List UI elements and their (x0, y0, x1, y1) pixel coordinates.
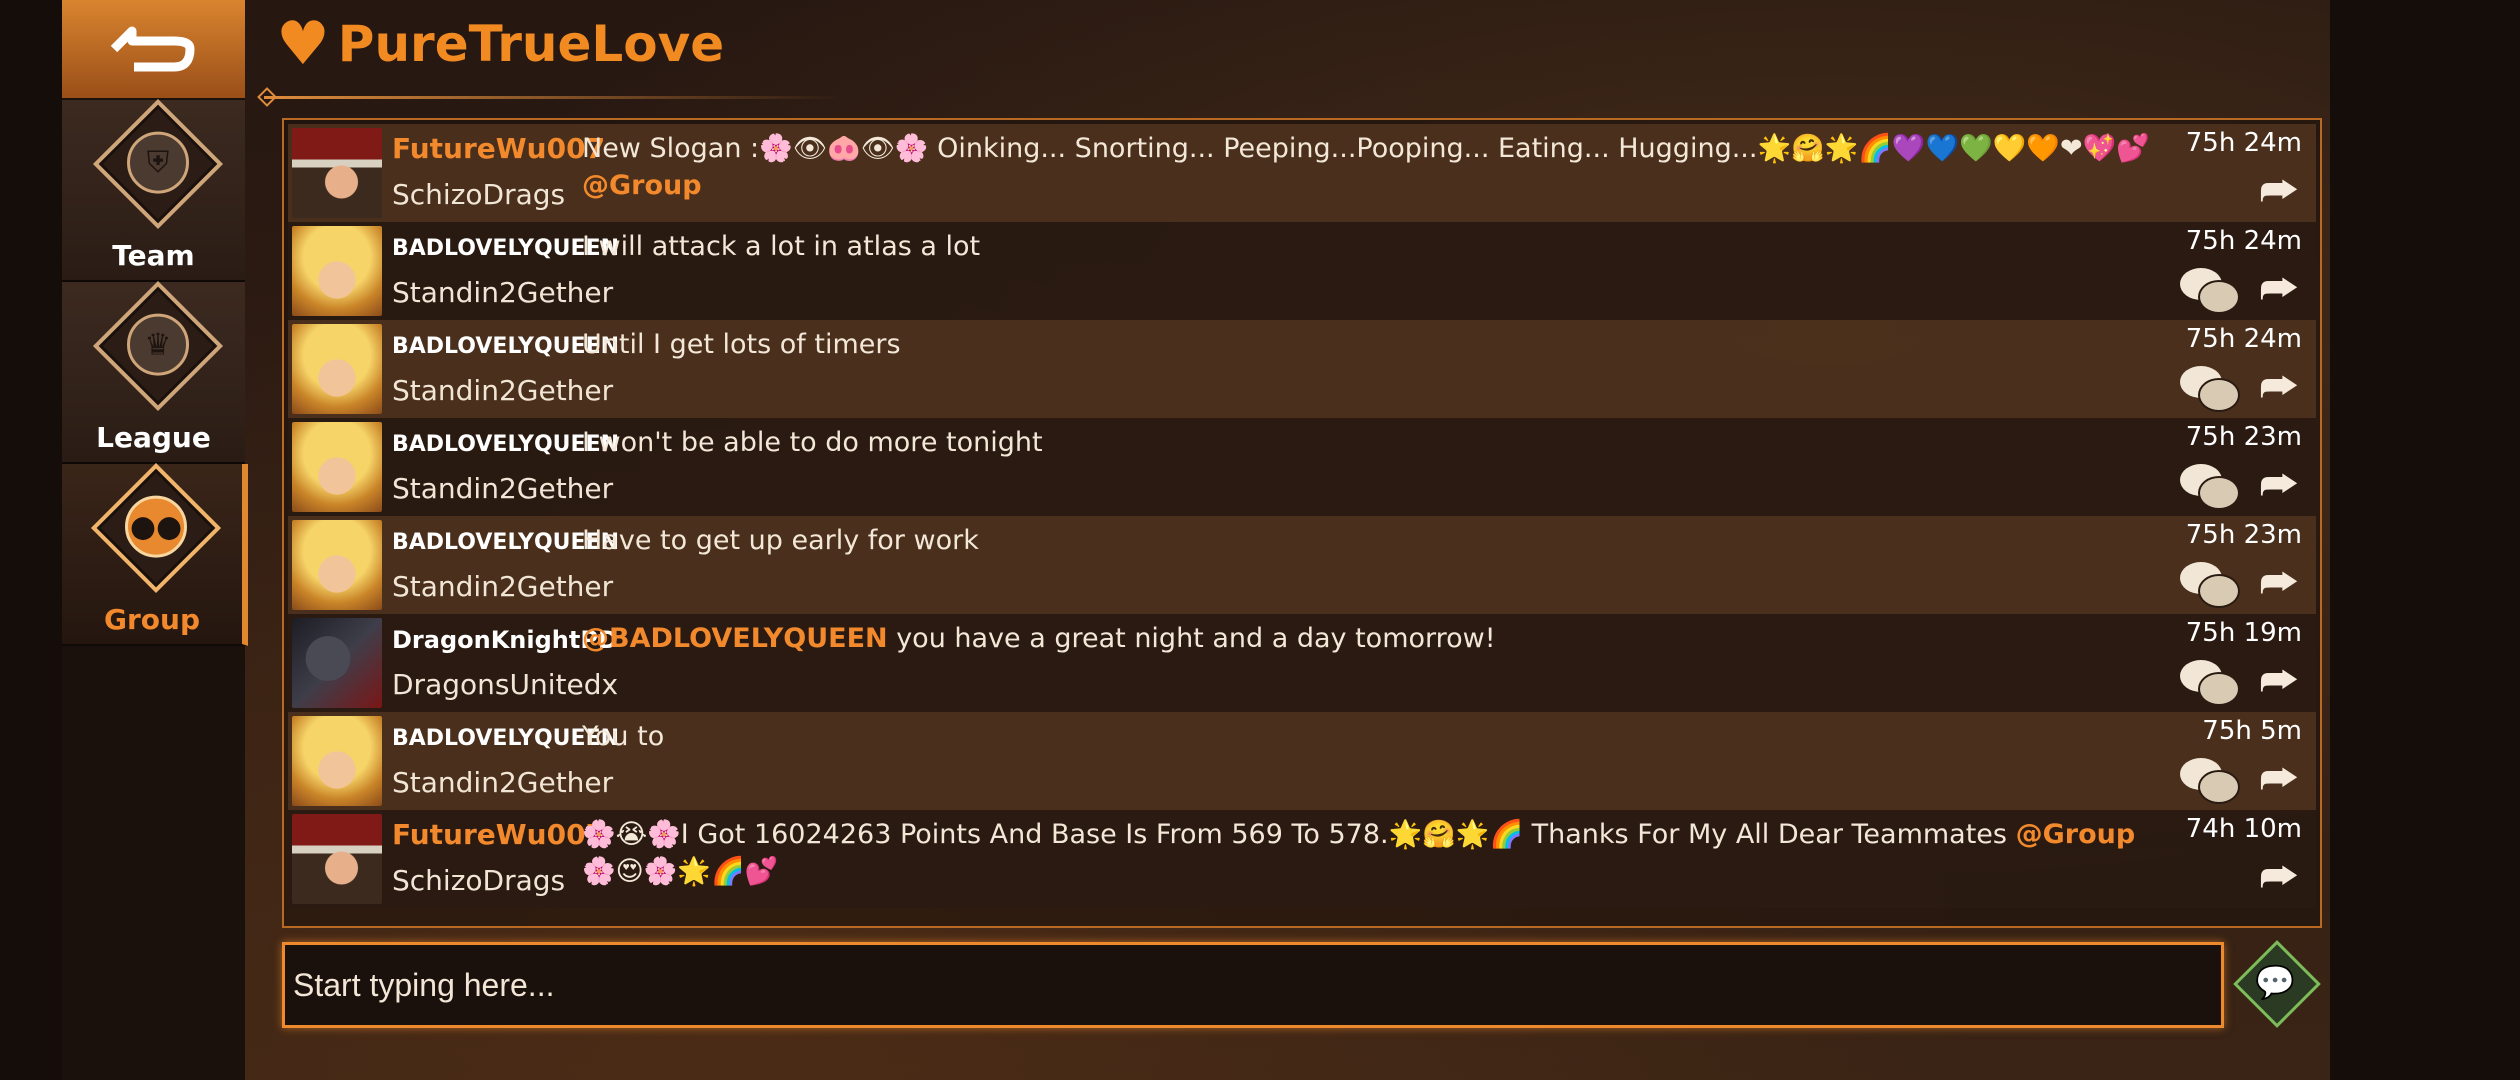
chat-message: DragonKnightPD DragonsUnitedx @BADLOVELY… (288, 614, 2316, 712)
share-icon[interactable]: ⮫ (2252, 756, 2306, 802)
message-text: 🌸😭🌸I Got 16024263 Points And Base Is Fro… (582, 819, 2136, 887)
reply-icon[interactable] (2178, 462, 2240, 510)
game-screen: ⛨ Team ♛ League ●● Group ♥ PureTrueLove … (62, 0, 2330, 1080)
team-name: SchizoDrags (392, 178, 566, 211)
message-text: @BADLOVELYQUEEN you have a great night a… (582, 623, 1496, 654)
chat-message: FutureWu007 SchizoDrags 🌸😭🌸I Got 1602426… (288, 810, 2316, 908)
chat-message: BADLOVELYQUEEN Standin2Gether Have to ge… (288, 516, 2316, 614)
timestamp: 75h 19m (2185, 618, 2302, 648)
team-name: Standin2Gether (392, 276, 614, 309)
avatar[interactable] (292, 324, 382, 414)
message-text: You to (582, 721, 665, 752)
team-name: Standin2Gether (392, 570, 614, 603)
page-title: ♥ PureTrueLove (276, 9, 725, 79)
message-input[interactable] (285, 945, 2221, 1025)
heart-icon: ♥ (276, 9, 330, 79)
sidebar: ⛨ Team ♛ League ●● Group (62, 0, 248, 1080)
team-name: SchizoDrags (392, 864, 566, 897)
mention[interactable]: @Group (2016, 819, 2136, 850)
reply-icon[interactable] (2178, 756, 2240, 804)
mention[interactable]: @Group (582, 170, 702, 201)
avatar[interactable] (292, 226, 382, 316)
sidebar-item-label: League (96, 421, 211, 454)
timestamp: 74h 10m (2185, 814, 2302, 844)
team-name: DragonsUnitedx (392, 668, 619, 701)
timestamp: 75h 24m (2185, 128, 2302, 158)
avatar[interactable] (292, 814, 382, 904)
avatar[interactable] (292, 618, 382, 708)
group-icon: ●● (125, 495, 187, 558)
timestamp: 75h 5m (2202, 716, 2302, 746)
timestamp: 75h 24m (2185, 226, 2302, 256)
chat-message: BADLOVELYQUEEN Standin2Gether You to 75h… (288, 712, 2316, 810)
sidebar-item-group[interactable]: ●● Group (62, 462, 248, 646)
message-input-box[interactable] (282, 942, 2224, 1028)
chat-message: BADLOVELYQUEEN Standin2Gether Until I ge… (288, 320, 2316, 418)
shield-icon: ⛨ (126, 131, 189, 194)
message-text: I will attack a lot in atlas a lot (582, 231, 981, 262)
share-icon[interactable]: ⮫ (2252, 364, 2306, 410)
avatar[interactable] (292, 128, 382, 218)
reply-icon[interactable] (2178, 364, 2240, 412)
team-name: Standin2Gether (392, 472, 614, 505)
header: ♥ PureTrueLove ⚙ (257, 0, 2330, 107)
send-button[interactable]: 💬 (2232, 940, 2321, 1028)
share-icon[interactable]: ⮫ (2252, 168, 2306, 214)
back-button[interactable] (62, 0, 245, 98)
title-divider (264, 96, 844, 99)
trophy-icon: ♛ (126, 313, 189, 376)
mention[interactable]: @BADLOVELYQUEEN (582, 623, 888, 654)
message-text: I won't be able to do more tonight (582, 427, 1043, 458)
timestamp: 75h 24m (2185, 324, 2302, 354)
chat-message: BADLOVELYQUEEN Standin2Gether I won't be… (288, 418, 2316, 516)
username[interactable]: FutureWu007 (392, 818, 605, 851)
reply-icon[interactable] (2178, 560, 2240, 608)
share-icon[interactable]: ⮫ (2252, 462, 2306, 508)
message-text: Have to get up early for work (582, 525, 979, 556)
message-text: New Slogan :🌸👁🐽👁🌸 Oinking... Snorting...… (582, 133, 2150, 201)
sidebar-item-league[interactable]: ♛ League (62, 280, 245, 464)
avatar[interactable] (292, 422, 382, 512)
sidebar-item-team[interactable]: ⛨ Team (62, 98, 245, 282)
avatar[interactable] (292, 716, 382, 806)
timestamp: 75h 23m (2185, 422, 2302, 452)
reply-icon[interactable] (2178, 266, 2240, 314)
chat-message: FutureWu007 SchizoDrags New Slogan :🌸👁🐽👁… (288, 124, 2316, 222)
team-name: Standin2Gether (392, 374, 614, 407)
message-text: Until I get lots of timers (582, 329, 901, 360)
share-icon[interactable]: ⮫ (2252, 266, 2306, 312)
sidebar-item-label: Team (112, 239, 195, 272)
sidebar-item-label: Group (103, 603, 200, 636)
chat-list[interactable]: FutureWu007 SchizoDrags New Slogan :🌸👁🐽👁… (282, 118, 2322, 928)
timestamp: 75h 23m (2185, 520, 2302, 550)
share-icon[interactable]: ⮫ (2252, 658, 2306, 704)
avatar[interactable] (292, 520, 382, 610)
share-icon[interactable]: ⮫ (2252, 854, 2306, 900)
team-name: Standin2Gether (392, 766, 614, 799)
username[interactable]: FutureWu007 (392, 132, 605, 165)
chat-send-icon: 💬 (2255, 963, 2295, 1001)
reply-icon[interactable] (2178, 658, 2240, 706)
back-icon (110, 26, 194, 72)
share-icon[interactable]: ⮫ (2252, 560, 2306, 606)
chat-message: BADLOVELYQUEEN Standin2Gether I will att… (288, 222, 2316, 320)
